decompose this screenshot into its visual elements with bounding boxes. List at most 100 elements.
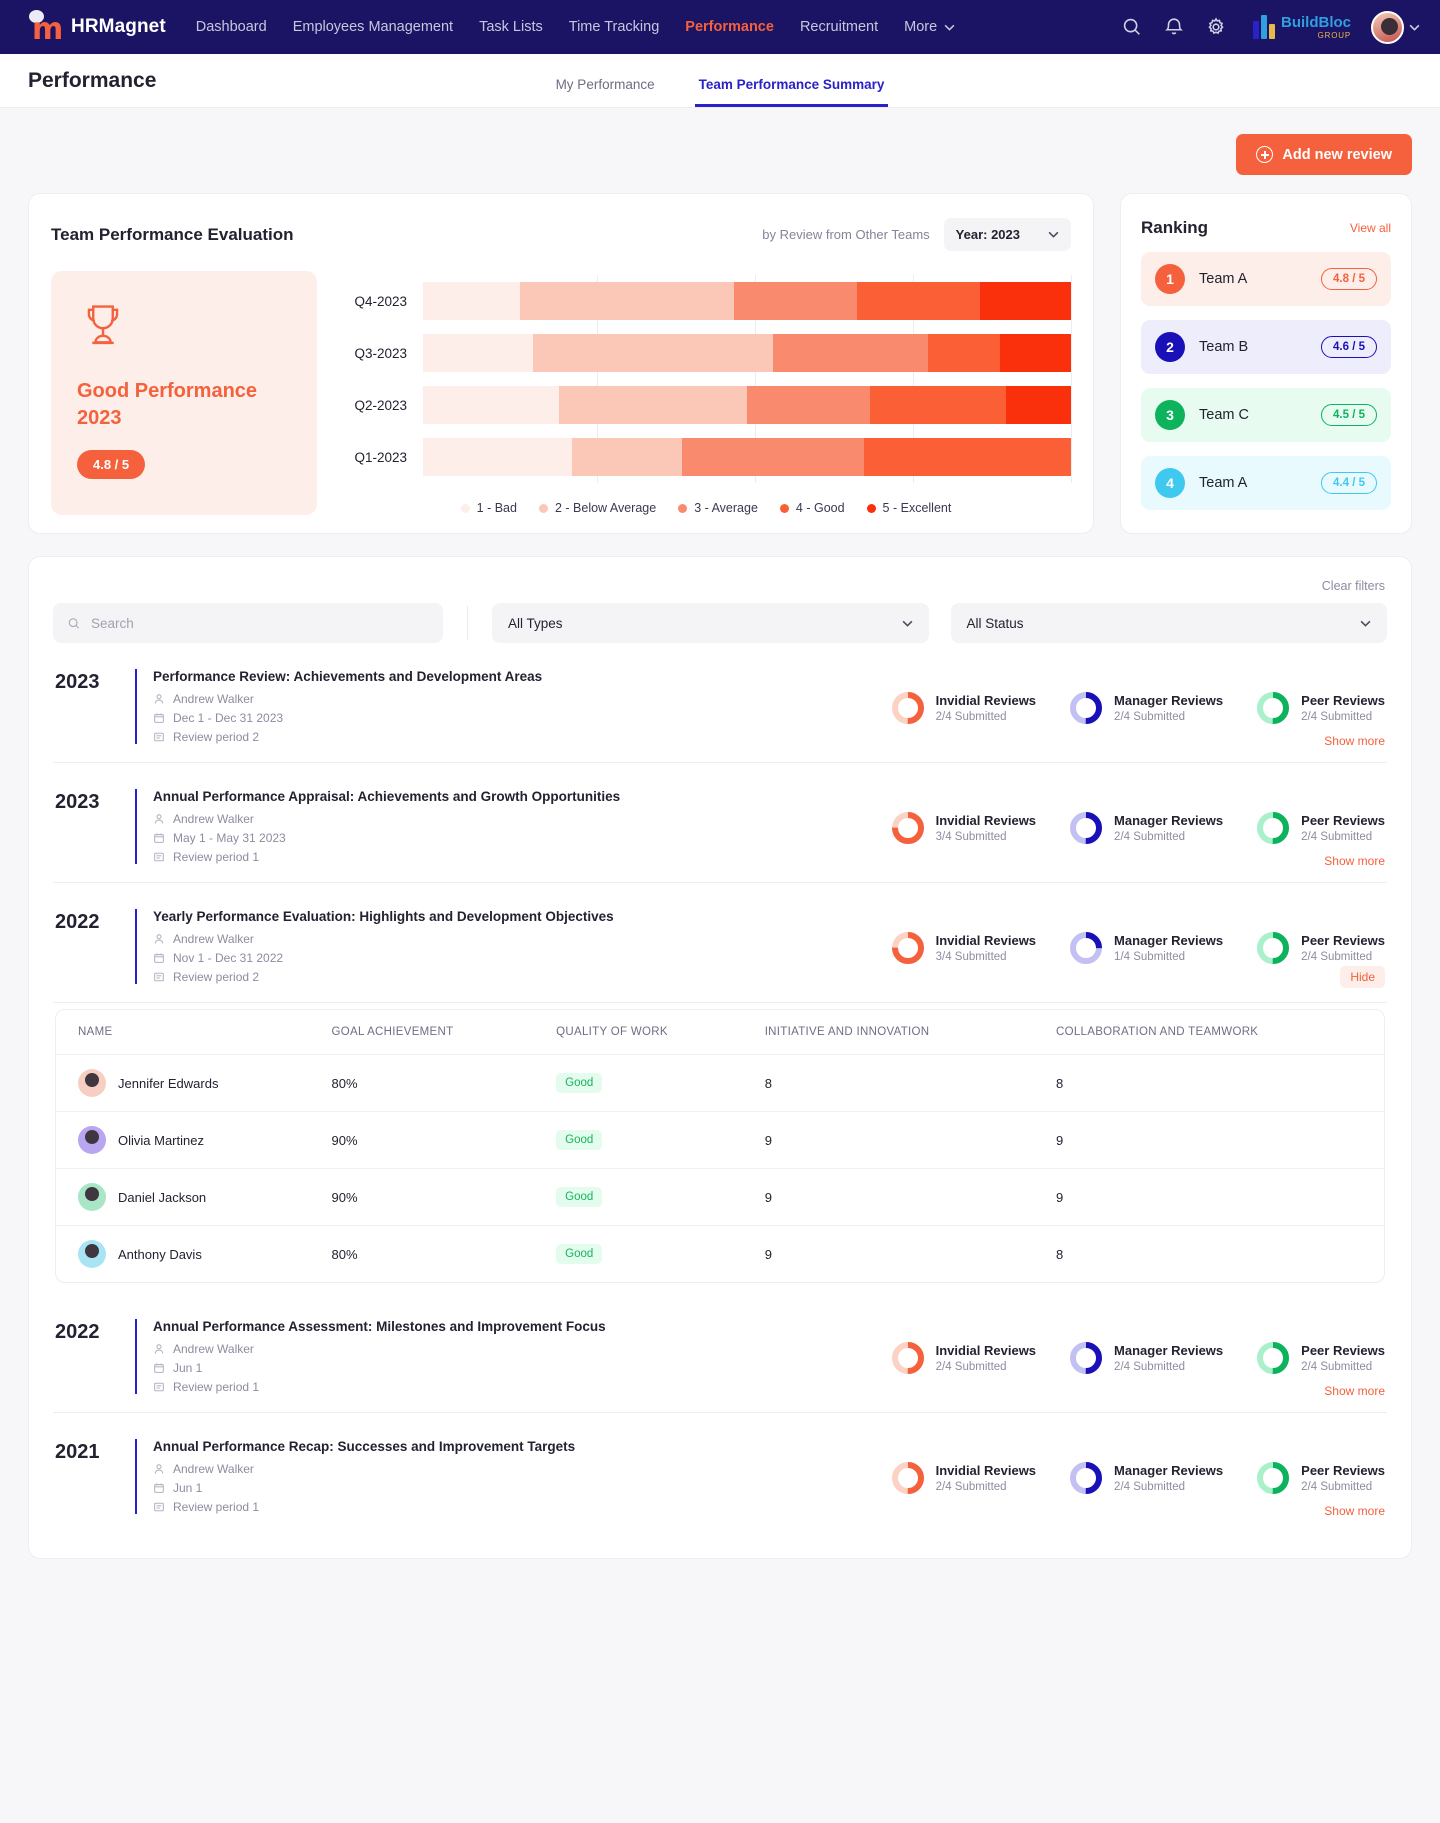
ranking-item[interactable]: 4 Team A 4.4 / 5 <box>1141 456 1391 510</box>
calendar-icon <box>154 713 164 723</box>
user-icon <box>154 1344 164 1354</box>
nav-link-dashboard[interactable]: Dashboard <box>196 19 267 35</box>
review-stat-sub: 2/4 Submitted <box>935 710 1007 723</box>
type-filter-select[interactable]: All Types <box>492 603 929 643</box>
review-period-line: Review period 2 <box>153 730 890 744</box>
review-title: Performance Review: Achievements and Dev… <box>153 669 543 684</box>
nav-link-employees-management[interactable]: Employees Management <box>293 19 453 35</box>
review-period-line: Review period 2 <box>153 970 890 984</box>
review-toggle-button[interactable]: Show more <box>1324 734 1385 748</box>
legend-label: 2 - Below Average <box>554 501 657 515</box>
ranking-position: 2 <box>1155 332 1185 362</box>
brand-logo[interactable]: m HRMagnet <box>28 10 166 45</box>
chart-legend-item: 1 - Bad <box>460 501 517 515</box>
status-filter-select[interactable]: All Status <box>950 603 1387 643</box>
chart-bar-segment <box>572 438 683 476</box>
table-cell-goal: 90% <box>309 1111 535 1169</box>
nav-link-recruitment[interactable]: Recruitment <box>800 19 878 35</box>
review-dates: Jun 1 <box>173 1481 203 1495</box>
review-stat-sub: 2/4 Submitted <box>935 1480 1007 1493</box>
search-icon <box>68 617 80 629</box>
review-toggle-button[interactable]: Show more <box>1324 1504 1385 1518</box>
review-stat-sub: 1/4 Submitted <box>1114 950 1186 963</box>
review-stat-sub: 2/4 Submitted <box>1114 830 1186 843</box>
ranking-item[interactable]: 3 Team C 4.5 / 5 <box>1141 388 1391 442</box>
legend-label: 1 - Bad <box>476 501 517 515</box>
review-stat-label: Peer Reviews <box>1301 812 1385 828</box>
review-dates: Jun 1 <box>173 1361 203 1375</box>
table-row: Daniel Jackson 90% Good 9 9 <box>56 1168 1384 1226</box>
search-input[interactable] <box>91 615 429 631</box>
search-box[interactable] <box>53 603 443 643</box>
review-details: Performance Review: Achievements and Dev… <box>135 669 890 744</box>
table-cell-quality: Good <box>534 1054 743 1112</box>
chart-bar-segment <box>682 438 864 476</box>
chart-legend-item: 2 - Below Average <box>538 501 657 515</box>
nav-more-dropdown[interactable]: More <box>904 19 955 35</box>
review-toggle-button[interactable]: Hide <box>1340 966 1385 988</box>
plus-circle-icon <box>1256 146 1274 163</box>
period-icon <box>154 732 164 742</box>
tab-team-performance-summary[interactable]: Team Performance Summary <box>694 77 889 107</box>
bell-icon[interactable] <box>1163 16 1185 38</box>
review-progress-donut <box>891 811 924 844</box>
award-card: Good Performance 2023 4.8 / 5 <box>51 271 317 515</box>
brand-name: HRMagnet <box>71 16 166 37</box>
ranking-title: Ranking <box>1141 218 1209 237</box>
chart-legend-item: 3 - Average <box>678 501 758 515</box>
review-stat: Manager Reviews 1/4 Submitted <box>1068 911 1223 984</box>
chart-bar-segment <box>870 386 1007 424</box>
review-dates-line: Dec 1 - Dec 31 2023 <box>153 711 890 725</box>
performance-stacked-bar-chart: Q4-2023 Q3-2023 Q2-2023 Q1-2023 1 - Bad 2 - … <box>341 271 1072 515</box>
calendar-icon <box>154 953 164 963</box>
review-row: 2022 Annual Performance Assessment: Miles… <box>53 1293 1387 1413</box>
user-menu[interactable] <box>1371 10 1420 44</box>
chart-legend-item: 4 - Good <box>779 501 845 515</box>
award-score-badge: 4.8 / 5 <box>77 450 146 479</box>
quality-badge: Good <box>556 1244 603 1264</box>
review-progress-donut <box>1257 931 1290 964</box>
evaluation-title: Team Performance Evaluation <box>51 224 294 244</box>
gear-icon[interactable] <box>1205 16 1227 38</box>
page-tabs: My Performance Team Performance Summary <box>0 77 1440 107</box>
review-row: 2023 Annual Performance Appraisal: Achiev… <box>53 763 1387 883</box>
review-stat-label: Invidial Reviews <box>935 692 1037 708</box>
ranking-item[interactable]: 2 Team B 4.6 / 5 <box>1141 320 1391 374</box>
review-stat-sub: 2/4 Submitted <box>935 1360 1007 1373</box>
review-detail-table: NAME GOAL ACHIEVEMENT QUALITY OF WORK INITI… <box>55 1009 1385 1283</box>
ranking-item[interactable]: 1 Team A 4.8 / 5 <box>1141 252 1391 306</box>
ranking-card: Ranking View all 1 Team A 4.8 / 5 2 Team B 4.… <box>1120 193 1412 534</box>
nav-link-performance[interactable]: Performance <box>685 19 774 35</box>
review-stat-sub: 2/4 Submitted <box>1301 950 1373 963</box>
add-new-review-button[interactable]: Add new review <box>1236 134 1412 175</box>
filters-bar: All Types All Status <box>53 603 1387 643</box>
tab-my-performance[interactable]: My Performance <box>552 77 659 107</box>
review-progress-donut <box>891 1341 924 1374</box>
quality-badge: Good <box>556 1187 603 1207</box>
legend-label: 4 - Good <box>795 501 845 515</box>
year-select[interactable]: Year: 2023 <box>943 218 1071 251</box>
clear-filters-link[interactable]: Clear filters <box>53 579 1387 593</box>
review-progress-donut <box>1070 931 1103 964</box>
review-author: Andrew Walker <box>173 1342 254 1356</box>
search-icon[interactable] <box>1121 16 1143 38</box>
reviews-panel: Clear filters All Types All Status 2023 P… <box>28 556 1412 1559</box>
review-toggle-button[interactable]: Show more <box>1324 1384 1385 1398</box>
award-title: Good Performance <box>77 380 258 402</box>
review-stat-sub: 2/4 Submitted <box>1114 710 1186 723</box>
chart-category-label: Q2-2023 <box>354 397 407 413</box>
review-period-line: Review period 1 <box>153 1500 890 1514</box>
ranking-view-all-link[interactable]: View all <box>1350 221 1391 235</box>
user-icon <box>154 934 164 944</box>
review-toggle-button[interactable]: Show more <box>1324 854 1385 868</box>
review-year: 2022 <box>55 911 100 933</box>
review-stat: Invidial Reviews 3/4 Submitted <box>890 911 1036 984</box>
review-row: 2022 Yearly Performance Evaluation: Highl… <box>53 883 1387 1003</box>
review-title: Annual Performance Recap: Successes and … <box>153 1439 576 1454</box>
review-year: 2021 <box>55 1441 100 1463</box>
nav-link-task-lists[interactable]: Task Lists <box>479 19 543 35</box>
nav-link-time-tracking[interactable]: Time Tracking <box>569 19 660 35</box>
user-icon <box>154 694 164 704</box>
chart-legend: 1 - Bad 2 - Below Average 3 - Average 4 - G… <box>341 501 1071 515</box>
legend-color-swatch <box>866 503 876 513</box>
